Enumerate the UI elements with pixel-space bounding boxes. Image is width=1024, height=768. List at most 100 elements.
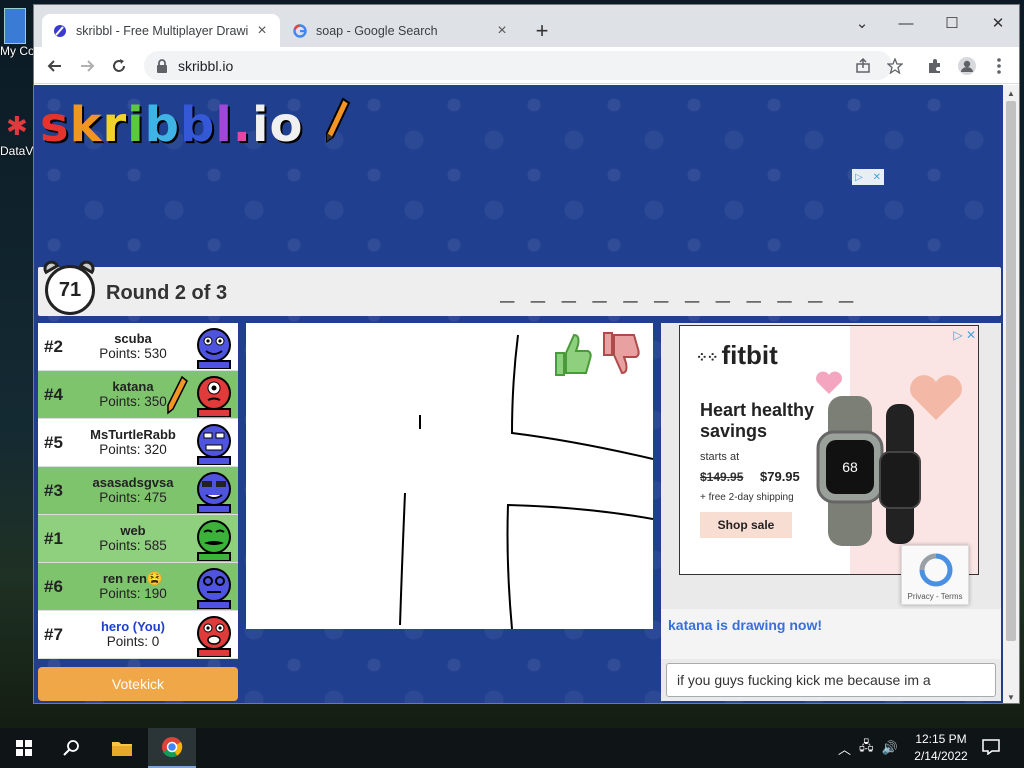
- chevron-up-icon[interactable]: ︿: [838, 739, 851, 758]
- logo-letter: o: [269, 97, 304, 153]
- ad-close-icon[interactable]: ✕: [873, 172, 881, 183]
- lock-icon: [157, 58, 167, 73]
- player-rank: #5: [44, 433, 63, 452]
- page-scrollbar[interactable]: ▲ ▼: [1003, 85, 1019, 703]
- scroll-down-arrow-icon[interactable]: ▼: [1003, 689, 1019, 703]
- desktop-icon-datav[interactable]: ✱ DataV: [0, 108, 34, 158]
- round-bar: 71 Round 2 of 3 _ _ _ _ _ _ _ _ _ _ _ _: [38, 257, 1001, 316]
- player-row[interactable]: #6 ren ren😫 Points: 190: [38, 563, 238, 611]
- share-icon: [856, 58, 870, 73]
- player-name: hero (You): [100, 619, 166, 634]
- tab-title: skribbl - Free Multiplayer Drawin: [76, 23, 248, 38]
- page-viewport: skribbl.io ▷ ✕ 71 Round 2 of 3 _ _ _ _ _…: [34, 85, 1005, 703]
- scrollbar-thumb[interactable]: [1006, 101, 1016, 641]
- taskbar-clock[interactable]: 12:15 PM 2/14/2022: [910, 731, 972, 765]
- player-row[interactable]: #5 MsTurtleRabb Points: 320: [38, 419, 238, 467]
- forward-button[interactable]: [74, 53, 100, 79]
- notification-button[interactable]: [980, 736, 1002, 758]
- desktop-icon-my-computer[interactable]: My Co: [0, 8, 34, 58]
- chat-input[interactable]: if you guys fucking kick me because im a: [666, 663, 996, 697]
- right-panel: ▷ ✕ ⁘⁘ fitbit Heart healthy savings start…: [661, 323, 1001, 701]
- forward-arrow-icon: [81, 60, 95, 72]
- logo-letter: .: [232, 97, 253, 153]
- new-tab-button[interactable]: +: [528, 17, 556, 45]
- timer-clock: 71: [40, 257, 98, 315]
- adchoices-close-icon[interactable]: ▷ ✕: [953, 328, 976, 342]
- tab-skribbl[interactable]: skribbl - Free Multiplayer Drawin ×: [42, 14, 280, 47]
- file-explorer-button[interactable]: [98, 728, 146, 768]
- avatar-icon: [958, 57, 976, 75]
- close-window-button[interactable]: ✕: [978, 9, 1018, 37]
- thumbs-up-icon[interactable]: [552, 331, 594, 377]
- reload-button[interactable]: [106, 53, 132, 79]
- scroll-up-arrow-icon[interactable]: ▲: [1003, 85, 1019, 101]
- skribbl-logo: skribbl.io: [40, 97, 351, 153]
- extensions-button[interactable]: [922, 53, 948, 79]
- tab-search-button[interactable]: ⌄: [842, 9, 882, 37]
- close-icon[interactable]: ×: [494, 22, 510, 39]
- fitbit-logo-icon: ⁘⁘: [696, 348, 718, 365]
- watch-time: 68: [842, 459, 858, 475]
- player-avatar-icon: [197, 376, 231, 417]
- drawing-canvas[interactable]: [246, 323, 653, 629]
- logo-letter: i: [252, 97, 270, 153]
- close-icon[interactable]: ×: [254, 22, 270, 39]
- thumbs-down-icon[interactable]: [600, 331, 642, 377]
- tab-google-search[interactable]: soap - Google Search ×: [282, 14, 520, 47]
- ad-brand: ⁘⁘ fitbit: [696, 340, 778, 370]
- player-name: scuba: [114, 331, 152, 346]
- rating-buttons: [552, 331, 644, 377]
- menu-button[interactable]: [986, 53, 1012, 79]
- player-points: Points: 530: [99, 346, 167, 361]
- address-bar[interactable]: skribbl.io: [144, 51, 892, 80]
- player-rank: #6: [44, 577, 63, 596]
- profile-button[interactable]: [954, 53, 980, 79]
- ad-new-price: $79.95: [760, 469, 800, 484]
- player-row[interactable]: #2 scuba Points: 530: [38, 323, 238, 371]
- logo-letter: s: [40, 97, 70, 153]
- browser-window: skribbl - Free Multiplayer Drawin × soap…: [33, 4, 1020, 704]
- computer-icon: [4, 8, 26, 44]
- player-points: Points: 0: [106, 634, 160, 649]
- player-list: #2 scuba Points: 530 #4 katana Points: 3…: [38, 323, 238, 659]
- back-button[interactable]: [42, 53, 68, 79]
- chrome-taskbar-button[interactable]: [148, 728, 196, 768]
- browser-toolbar: skribbl.io: [34, 47, 1019, 84]
- start-button[interactable]: [0, 728, 48, 768]
- player-name: asasadsgvsa: [92, 475, 174, 490]
- player-row[interactable]: #7 hero (You) Points: 0: [38, 611, 238, 659]
- app-icon: ✱: [6, 111, 28, 141]
- tab-strip: skribbl - Free Multiplayer Drawin × soap…: [34, 5, 1019, 47]
- star-icon: [887, 58, 903, 74]
- votekick-button[interactable]: Votekick: [38, 667, 238, 701]
- bookmark-button[interactable]: [882, 53, 908, 79]
- player-points: Points: 585: [99, 538, 167, 553]
- player-row[interactable]: #1 web Points: 585: [38, 515, 238, 563]
- recaptcha-links[interactable]: Privacy - Terms: [902, 592, 968, 601]
- windows-logo-icon: [16, 740, 32, 756]
- minimize-button[interactable]: —: [886, 9, 926, 37]
- recaptcha-badge[interactable]: Privacy - Terms: [901, 545, 969, 605]
- player-rank: #2: [44, 337, 63, 356]
- ad-shop-button[interactable]: Shop sale: [700, 512, 792, 538]
- player-row[interactable]: #3 asasadsgvsa Points: 475: [38, 467, 238, 515]
- round-counter: Round 2 of 3: [106, 282, 228, 304]
- folder-icon: [112, 742, 132, 756]
- player-points: Points: 190: [99, 586, 167, 601]
- volume-icon[interactable]: 🔊: [882, 740, 898, 756]
- player-name: ren ren😫: [102, 571, 164, 586]
- network-icon[interactable]: 🖧: [859, 737, 874, 759]
- puzzle-icon: [929, 59, 940, 73]
- chat-system-message: katana is drawing now!: [668, 617, 823, 633]
- adchoices-badge[interactable]: ▷ ✕: [852, 169, 884, 185]
- player-name: MsTurtleRabb: [90, 427, 176, 442]
- maximize-button[interactable]: ☐: [932, 9, 972, 37]
- share-button[interactable]: [850, 53, 876, 79]
- fitbit-ad[interactable]: ▷ ✕ ⁘⁘ fitbit Heart healthy savings start…: [679, 325, 979, 575]
- logo-letter: l: [215, 97, 233, 153]
- system-tray: ︿ 🖧 🔊: [838, 728, 906, 768]
- player-row[interactable]: #4 katana Points: 350: [38, 371, 238, 419]
- search-button[interactable]: [48, 728, 96, 768]
- player-avatar-icon: [197, 472, 231, 513]
- heart-icon: [816, 371, 842, 394]
